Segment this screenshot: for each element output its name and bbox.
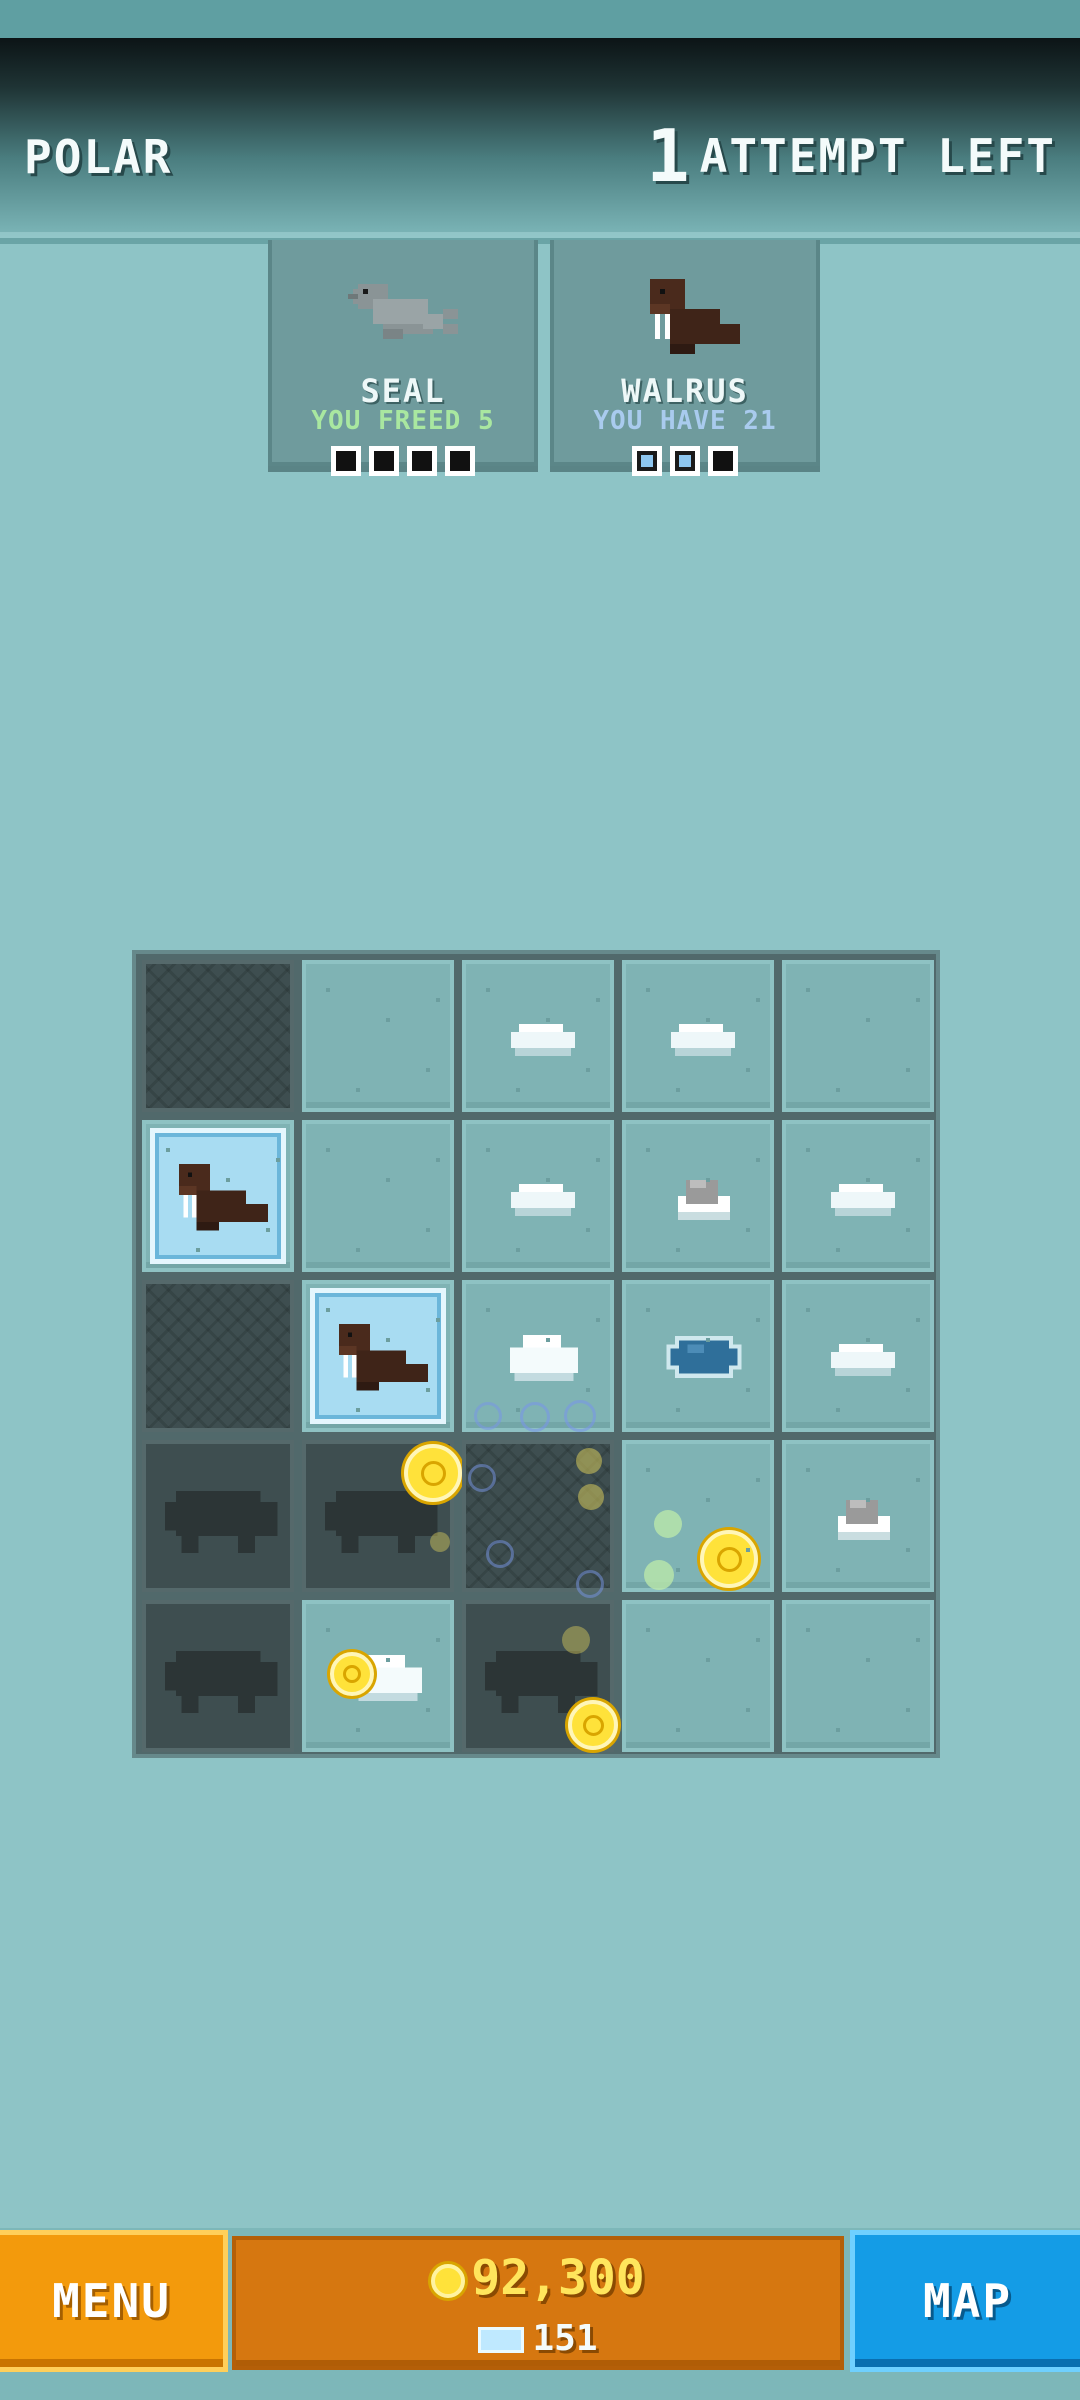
animal-name: WALRUS: [621, 372, 749, 410]
menu-button[interactable]: MENU: [0, 2230, 228, 2372]
attempts-label: ATTEMPT LEFT: [699, 129, 1056, 183]
coin-balance: 92,300: [236, 2250, 840, 2306]
bubble: [576, 1570, 604, 1598]
board-cell-ice[interactable]: [782, 1600, 934, 1752]
animal-card-walrus[interactable]: WALRUS YOU HAVE 21: [550, 240, 820, 476]
attempts-counter: 1 ATTEMPT LEFT: [646, 114, 1056, 198]
rock-icon: [678, 1180, 730, 1220]
coin-icon: [431, 2264, 466, 2298]
pip-filled: [670, 446, 700, 476]
bubble: [474, 1402, 502, 1430]
coin-icon[interactable]: [330, 1652, 374, 1696]
bubble: [468, 1464, 496, 1492]
ice-floe-icon: [831, 1184, 895, 1216]
walrus-icon: [178, 1163, 269, 1231]
bubble: [576, 1448, 602, 1474]
board-cell-ice[interactable]: [782, 1120, 934, 1272]
walrus-icon: [338, 1323, 429, 1391]
board-cell-freed[interactable]: [142, 1600, 294, 1752]
board-cell-ice[interactable]: [622, 1280, 774, 1432]
pip-empty: [331, 446, 361, 476]
walrus-silhouette-icon: [164, 1490, 278, 1553]
board-cell-ice[interactable]: [622, 1600, 774, 1752]
bubble: [562, 1626, 590, 1654]
progress-pips: [272, 446, 534, 476]
animal-status: YOU HAVE 21: [593, 406, 777, 436]
bubble: [430, 1532, 450, 1552]
board-cell-ice[interactable]: [462, 1280, 614, 1432]
region-title: POLAR: [24, 130, 173, 184]
gem-amount: 151: [532, 2318, 598, 2359]
pip-empty: [407, 446, 437, 476]
board-cell-freed[interactable]: [142, 1440, 294, 1592]
board-cell-walrus[interactable]: [142, 1120, 294, 1272]
board-cell-walrus[interactable]: [302, 1280, 454, 1432]
pip-empty: [445, 446, 475, 476]
ice-floe-icon: [671, 1024, 735, 1056]
board-cell-ice[interactable]: [622, 1120, 774, 1272]
snow-chunk-icon: [510, 1334, 578, 1382]
board-cell-ice[interactable]: [302, 960, 454, 1112]
board-cell-ice[interactable]: [782, 1440, 934, 1592]
board-cell-ice[interactable]: [302, 1600, 454, 1752]
board-cell-ice[interactable]: [622, 960, 774, 1112]
ice-floe-icon: [511, 1024, 575, 1056]
board-cell-freed[interactable]: [302, 1440, 462, 1592]
coin-icon[interactable]: [700, 1530, 758, 1588]
board-cell-dug[interactable]: [462, 1440, 614, 1598]
board-cell-ice[interactable]: [782, 1280, 934, 1432]
progress-pips: [554, 446, 816, 476]
ice-floe-icon: [831, 1344, 895, 1376]
water-hole-icon: [666, 1336, 742, 1378]
rock-icon: [838, 1500, 890, 1540]
coin-amount: 92,300: [471, 2250, 645, 2306]
bubble: [654, 1510, 682, 1538]
board-cell-ice[interactable]: [462, 1120, 614, 1272]
pip-empty: [708, 446, 738, 476]
walrus-tile: [150, 1128, 286, 1264]
bubble: [486, 1540, 514, 1568]
board-cell-freed[interactable]: [462, 1600, 618, 1752]
wallet-panel: 92,300 151: [232, 2236, 844, 2370]
seal-icon: [348, 284, 458, 339]
attempts-count: 1: [646, 114, 690, 198]
board-cell-dug[interactable]: [142, 1280, 294, 1432]
board-cell-ice[interactable]: [302, 1120, 454, 1272]
bubble: [564, 1400, 596, 1432]
status-strip: [0, 0, 1080, 38]
bubble: [520, 1402, 550, 1432]
animal-status: YOU FREED 5: [311, 406, 495, 436]
walrus-tile: [310, 1288, 446, 1424]
ice-floe-icon: [511, 1184, 575, 1216]
board-cell-ice[interactable]: [462, 960, 614, 1112]
animal-card-seal[interactable]: SEAL YOU FREED 5: [268, 240, 538, 476]
game-board[interactable]: [132, 950, 940, 1758]
board-cell-ice[interactable]: [622, 1440, 774, 1592]
pip-filled: [632, 446, 662, 476]
animal-name: SEAL: [360, 372, 446, 410]
bubble: [644, 1560, 674, 1590]
coin-icon[interactable]: [404, 1444, 462, 1502]
walrus-icon: [650, 279, 740, 354]
walrus-silhouette-icon: [164, 1650, 278, 1713]
board-cell-dug[interactable]: [142, 960, 294, 1112]
bubble: [578, 1484, 604, 1510]
map-button[interactable]: MAP: [850, 2230, 1080, 2372]
gem-balance: 151: [236, 2318, 840, 2359]
gem-icon: [478, 2327, 525, 2353]
pip-empty: [369, 446, 399, 476]
board-cell-ice[interactable]: [782, 960, 934, 1112]
coin-icon[interactable]: [568, 1700, 618, 1750]
